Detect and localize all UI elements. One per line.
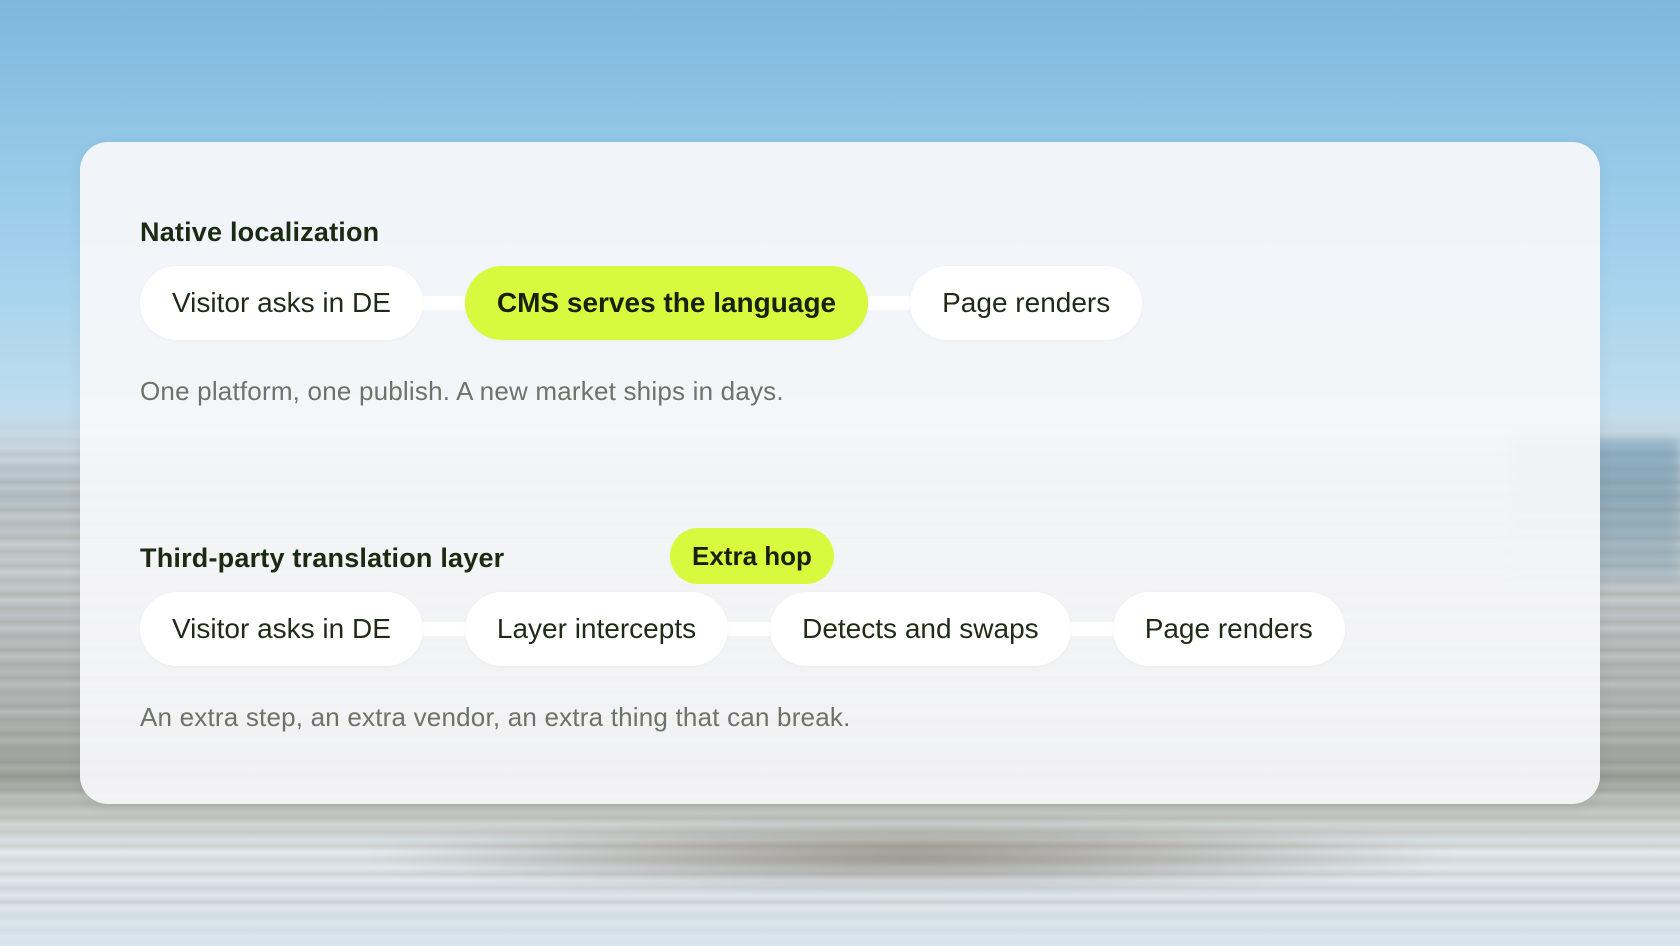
third-step-detect: Detects and swaps [770,592,1071,666]
native-localization-section: Native localization Visitor asks in DE C… [140,212,1540,407]
third-party-caption: An extra step, an extra vendor, an extra… [140,702,851,732]
extra-hop-badge: Extra hop [670,528,834,584]
native-step-render: Page renders [910,266,1143,340]
third-party-section-title: Third-party translation layer [140,543,505,573]
background-shore [360,820,1460,890]
third-step-visitor: Visitor asks in DE [140,592,423,666]
flow-connector [868,296,911,310]
native-step-visitor: Visitor asks in DE [140,266,423,340]
third-party-section: Extra hop Third-party translation layer … [140,528,1540,733]
native-section-title: Native localization [140,217,380,247]
flow-connector [1070,622,1113,636]
native-flow: Visitor asks in DE CMS serves the langua… [140,266,1540,340]
third-step-render: Page renders [1112,592,1345,666]
native-caption: One platform, one publish. A new market … [140,376,784,406]
native-step-cms: CMS serves the language [464,266,869,340]
comparison-card: Native localization Visitor asks in DE C… [80,142,1600,804]
flow-connector [422,296,465,310]
third-party-flow: Visitor asks in DE Layer intercepts Dete… [140,592,1540,666]
flow-connector [422,622,465,636]
flow-connector [728,622,771,636]
third-step-intercept: Layer intercepts [464,592,729,666]
